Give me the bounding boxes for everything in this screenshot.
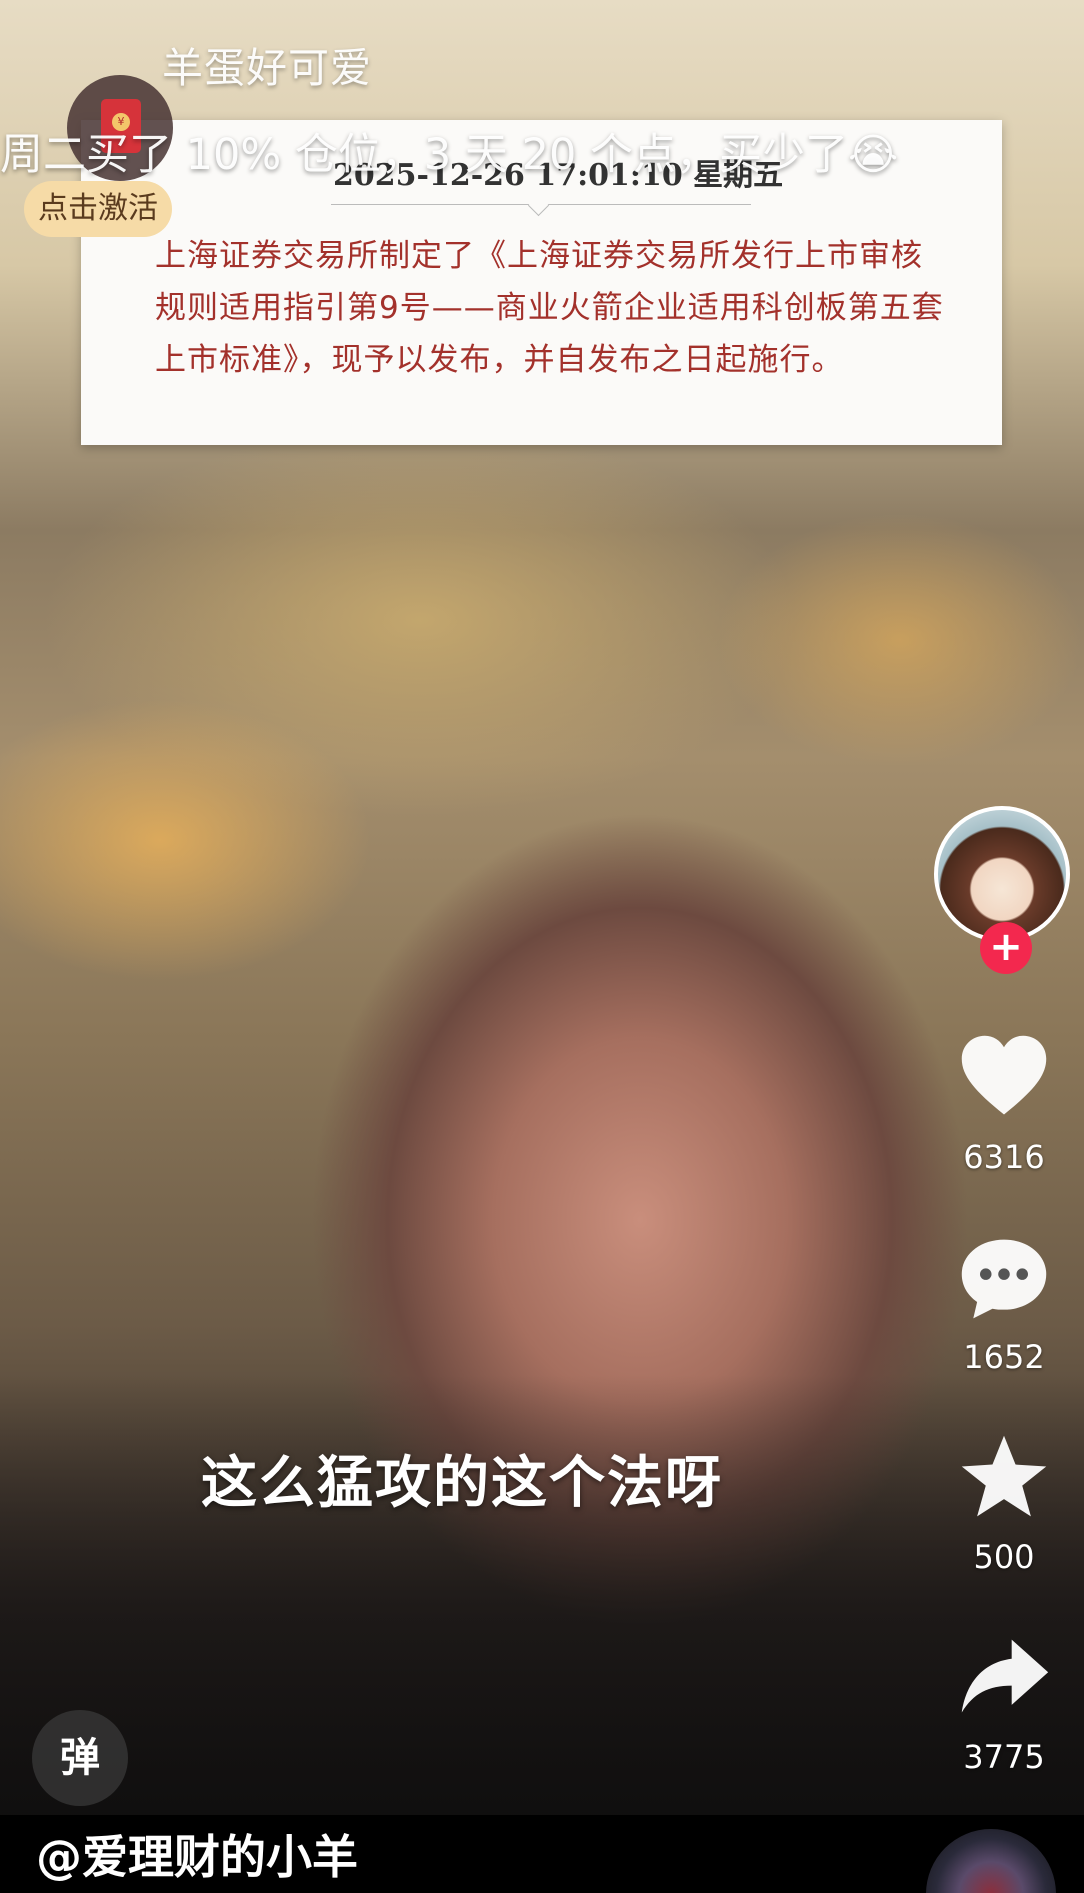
comment-icon	[961, 1239, 1047, 1319]
star-icon	[961, 1435, 1047, 1517]
comment-button[interactable]: 1652	[924, 1230, 1084, 1376]
video-screen[interactable]: 2025-12-26 17:01:10 星期五 上海证券交易所制定了《上海证券交…	[0, 0, 1084, 1893]
favorite-button[interactable]: 500	[924, 1430, 1084, 1576]
share-arrow-icon	[961, 1639, 1049, 1713]
share-count: 3775	[963, 1738, 1045, 1776]
bottom-author-bar: @爱理财的小羊	[0, 1815, 1084, 1893]
activate-button[interactable]: 点击激活	[24, 181, 172, 237]
author-handle[interactable]: @爱理财的小羊	[36, 1821, 358, 1887]
share-button[interactable]: 3775	[924, 1630, 1084, 1776]
danmu-toggle-button[interactable]: 弹	[32, 1710, 128, 1806]
heart-icon	[961, 1035, 1047, 1115]
music-disc-icon[interactable]	[926, 1829, 1056, 1893]
like-button[interactable]: 6316	[924, 1030, 1084, 1176]
news-caret-icon	[527, 194, 550, 217]
comment-count: 1652	[963, 1338, 1045, 1376]
news-body-text: 上海证券交易所制定了《上海证券交易所发行上市审核规则适用指引第9号——商业火箭企…	[155, 238, 944, 378]
follow-button[interactable]: +	[980, 922, 1032, 974]
like-count: 6316	[963, 1138, 1045, 1176]
video-top-title: 羊蛋好可爱	[162, 44, 372, 92]
favorite-count: 500	[973, 1538, 1035, 1576]
video-overlay-caption: 周二买了 10% 仓位，3 天 20 个点，买少了😭	[0, 130, 899, 180]
video-subtitle: 这么猛攻的这个法呀	[201, 1450, 723, 1516]
